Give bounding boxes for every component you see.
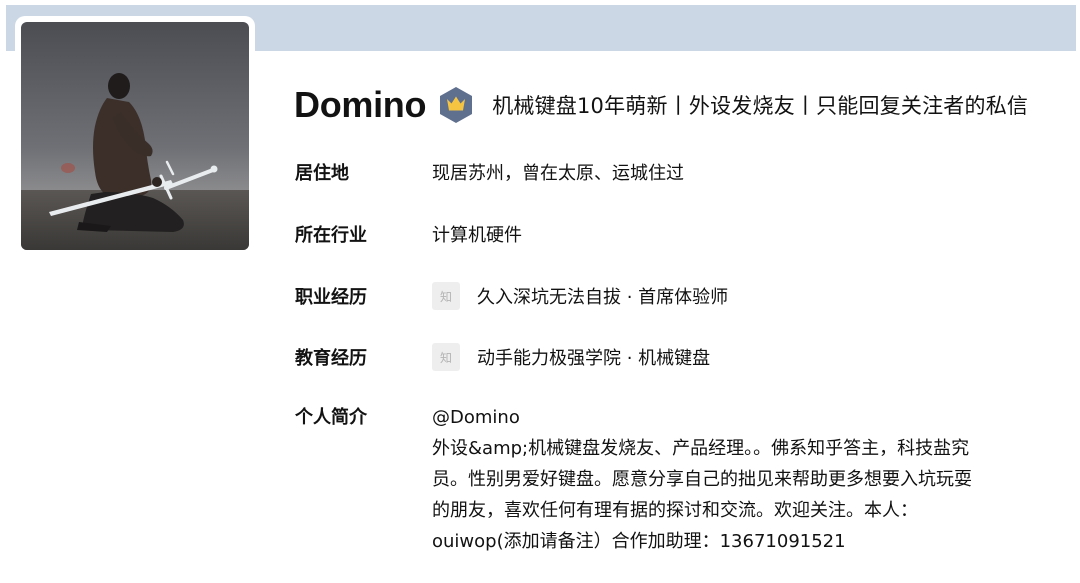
avatar[interactable]: [21, 22, 249, 250]
bio-line: 的朋友，喜欢任何有理有据的探讨和交流。欢迎关注。本人：: [432, 500, 918, 521]
field-education-label: 教育经历: [295, 348, 367, 369]
bio-text: @Domino 外设&amp;机械键盘发烧友、产品经理。。佛系知乎答主，科技盐究…: [432, 402, 1052, 557]
field-career: 职业经历 知 久入深坑无法自拔 · 首席体验师: [295, 282, 728, 310]
field-career-label: 职业经历: [295, 287, 367, 308]
profile-headline: 机械键盘10年萌新丨外设发烧友丨只能回复关注者的私信: [492, 94, 1029, 118]
profile-header: Domino 机械键盘10年萌新丨外设发烧友丨只能回复关注者的私信: [294, 80, 1028, 130]
field-location-value: 现居苏州，曾在太原、运城住过: [432, 163, 684, 184]
field-education: 教育经历 知 动手能力极强学院 · 机械键盘: [295, 343, 710, 371]
field-location: 居住地 现居苏州，曾在太原、运城住过: [295, 158, 684, 186]
field-bio: 个人简介 @Domino 外设&amp;机械键盘发烧友、产品经理。。佛系知乎答主…: [295, 404, 1052, 557]
zhihu-org-icon: 知: [432, 282, 460, 310]
bio-line: 员。性别男爱好键盘。愿意分享自己的拙见来帮助更多想要入坑玩耍: [432, 469, 972, 490]
bio-line: @Domino: [432, 407, 520, 428]
field-career-value[interactable]: 久入深坑无法自拔 · 首席体验师: [477, 283, 728, 309]
field-industry: 所在行业 计算机硬件: [295, 220, 522, 248]
profile-name: Domino: [294, 84, 427, 125]
field-bio-label: 个人简介: [295, 407, 367, 428]
field-education-value[interactable]: 动手能力极强学院 · 机械键盘: [477, 344, 710, 370]
zhihu-school-icon: 知: [432, 343, 460, 371]
field-location-label: 居住地: [295, 163, 349, 184]
bio-line: 外设&amp;机械键盘发烧友、产品经理。。佛系知乎答主，科技盐究: [432, 438, 970, 459]
bio-line: ouiwop(添加请备注）合作加助理：13671091521: [432, 531, 846, 552]
crown-badge-icon[interactable]: [438, 85, 474, 125]
field-industry-label: 所在行业: [295, 225, 367, 246]
field-industry-value: 计算机硬件: [432, 225, 522, 246]
